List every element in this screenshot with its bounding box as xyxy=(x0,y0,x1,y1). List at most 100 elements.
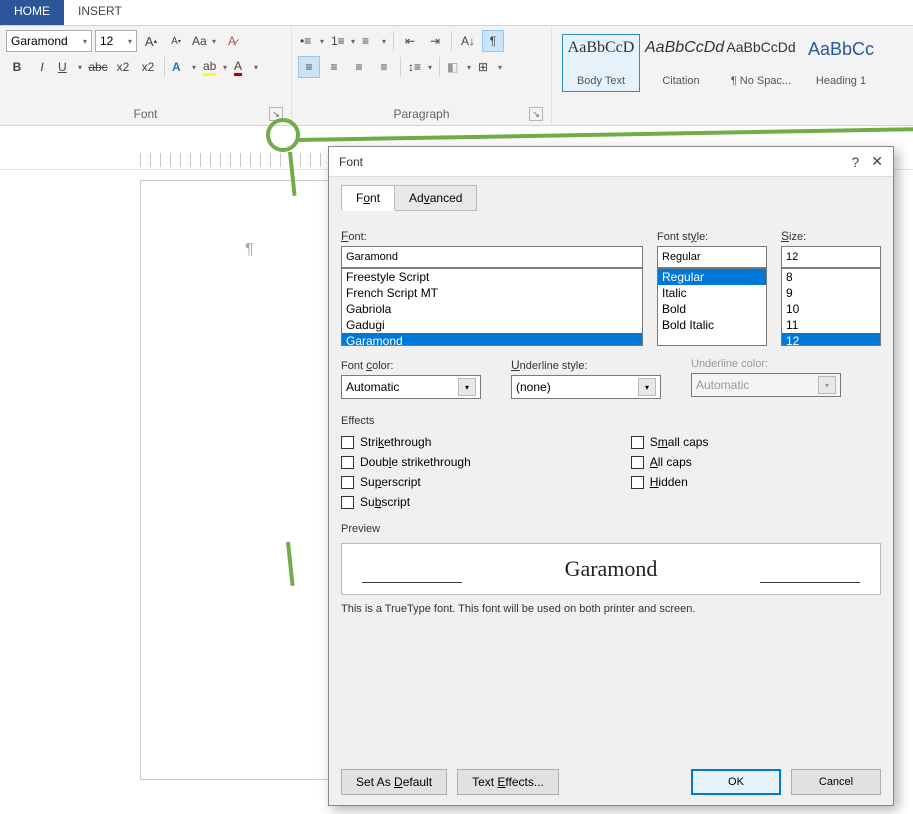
ok-button[interactable]: OK xyxy=(691,769,781,795)
size-listbox[interactable]: 8 9 10 11 12 xyxy=(781,268,881,346)
style-heading1[interactable]: AaBbCc Heading 1 xyxy=(802,34,880,92)
list-item[interactable]: Bold xyxy=(658,301,766,317)
style-listbox[interactable]: Regular Italic Bold Bold Italic xyxy=(657,268,767,346)
list-item[interactable]: 10 xyxy=(782,301,880,317)
style-name: Body Text xyxy=(565,75,637,87)
text-effects-button[interactable]: Text Effects... xyxy=(457,769,559,795)
list-item[interactable]: Freestyle Script xyxy=(342,269,642,285)
subscript-button[interactable]: x2 xyxy=(112,56,134,78)
show-marks-button[interactable]: ¶ xyxy=(482,30,504,52)
list-item[interactable]: 8 xyxy=(782,269,880,285)
list-item[interactable]: Italic xyxy=(658,285,766,301)
tab-insert[interactable]: INSERT xyxy=(64,0,136,25)
italic-button[interactable]: I xyxy=(31,56,53,78)
font-color-label: Font color: xyxy=(341,358,481,372)
increase-indent-button[interactable]: ⇥ xyxy=(424,30,446,52)
clear-formatting-button[interactable]: A̷ xyxy=(221,30,243,52)
change-case-button[interactable]: Aa▾ xyxy=(190,30,218,52)
font-input[interactable] xyxy=(341,246,643,268)
style-label: Font style: xyxy=(657,229,767,243)
checkbox-icon xyxy=(631,476,644,489)
list-item[interactable]: Gadugi xyxy=(342,317,642,333)
highlight-button[interactable]: ab▾ xyxy=(201,56,229,78)
preview-text: Garamond xyxy=(565,556,658,582)
close-button[interactable]: ✕ xyxy=(871,153,883,170)
style-body-text[interactable]: AaBbCcD Body Text xyxy=(562,34,640,92)
list-item[interactable]: 9 xyxy=(782,285,880,301)
help-button[interactable]: ? xyxy=(851,154,859,170)
list-item[interactable]: 11 xyxy=(782,317,880,333)
shrink-font-button[interactable]: A▾ xyxy=(165,30,187,52)
decrease-indent-button[interactable]: ⇤ xyxy=(399,30,421,52)
grow-font-button[interactable]: A▴ xyxy=(140,30,162,52)
chk-double-strikethrough[interactable]: Double strikethrough xyxy=(341,455,471,469)
list-item[interactable]: Bold Italic xyxy=(658,317,766,333)
line-spacing-button[interactable]: ↕≡▾ xyxy=(406,56,434,78)
chevron-down-icon: ▾ xyxy=(638,378,656,396)
checkbox-icon xyxy=(341,456,354,469)
callout-circle xyxy=(266,118,300,152)
strikethrough-button[interactable]: abc xyxy=(87,56,109,78)
list-item[interactable]: French Script MT xyxy=(342,285,642,301)
borders-button[interactable]: ⊞▾ xyxy=(476,56,504,78)
font-name-combo[interactable]: Garamond▾ xyxy=(6,30,92,52)
chk-all-caps[interactable]: All caps xyxy=(631,455,709,469)
underline-color-combo: Automatic▾ xyxy=(691,373,841,397)
chk-small-caps[interactable]: Small caps xyxy=(631,435,709,449)
chk-superscript[interactable]: Superscript xyxy=(341,475,471,489)
callout-line xyxy=(298,127,913,142)
cancel-button[interactable]: Cancel xyxy=(791,769,881,795)
style-input[interactable] xyxy=(657,246,767,268)
group-label-paragraph: Paragraph xyxy=(298,107,545,123)
style-preview: AaBbCcDd xyxy=(725,39,797,55)
checkbox-icon xyxy=(631,456,644,469)
style-name: Heading 1 xyxy=(805,75,877,87)
ribbon: Garamond▾ 12▾ A▴ A▾ Aa▾ A̷ B I U▾ abc x2… xyxy=(0,26,913,126)
shading-button[interactable]: ◧▾ xyxy=(445,56,473,78)
font-size-value: 12 xyxy=(100,34,113,48)
list-item[interactable]: Gabriola xyxy=(342,301,642,317)
bold-button[interactable]: B xyxy=(6,56,28,78)
dialog-footer: Set As Default Text Effects... OK Cancel xyxy=(329,759,893,805)
chk-hidden[interactable]: Hidden xyxy=(631,475,709,489)
style-citation[interactable]: AaBbCcDd Citation xyxy=(642,34,720,92)
font-listbox[interactable]: Freestyle Script French Script MT Gabrio… xyxy=(341,268,643,346)
dialog-titlebar: Font ? ✕ xyxy=(329,147,893,177)
bullets-button[interactable]: •≡▾ xyxy=(298,30,326,52)
set-default-button[interactable]: Set As Default xyxy=(341,769,447,795)
justify-button[interactable]: ≡ xyxy=(373,56,395,78)
sort-button[interactable]: A↓ xyxy=(457,30,479,52)
font-size-combo[interactable]: 12▾ xyxy=(95,30,137,52)
tab-home[interactable]: HOME xyxy=(0,0,64,25)
font-color-combo[interactable]: Automatic▾ xyxy=(341,375,481,399)
chk-strikethrough[interactable]: Strikethrough xyxy=(341,435,471,449)
paragraph-dialog-launcher[interactable] xyxy=(529,107,543,121)
chk-subscript[interactable]: Subscript xyxy=(341,495,471,509)
dialog-tab-font[interactable]: Font xyxy=(341,185,395,211)
chevron-down-icon: ▾ xyxy=(458,378,476,396)
align-left-button[interactable]: ≡ xyxy=(298,56,320,78)
underline-button[interactable]: U▾ xyxy=(56,56,84,78)
ribbon-tabs: HOME INSERT xyxy=(0,0,913,26)
underline-style-label: Underline style: xyxy=(511,358,661,372)
font-color-button[interactable]: A▾ xyxy=(232,56,260,78)
dialog-tabs: Font Advanced xyxy=(341,185,881,211)
align-center-button[interactable]: ≡ xyxy=(323,56,345,78)
chevron-down-icon: ▾ xyxy=(83,37,87,46)
list-item[interactable]: 12 xyxy=(782,333,880,346)
ribbon-group-paragraph: •≡▾ 1≡▾ ≡▾ ⇤ ⇥ A↓ ¶ ≡ ≡ ≡ ≡ ↕≡▾ ◧▾ ⊞▾ xyxy=(292,26,552,125)
text-effects-button[interactable]: A▾ xyxy=(170,56,198,78)
multilevel-button[interactable]: ≡▾ xyxy=(360,30,388,52)
list-item[interactable]: Garamond xyxy=(342,333,642,346)
underline-style-combo[interactable]: (none)▾ xyxy=(511,375,661,399)
dialog-tab-advanced[interactable]: Advanced xyxy=(394,185,477,211)
style-no-spacing[interactable]: AaBbCcDd ¶ No Spac... xyxy=(722,34,800,92)
superscript-button[interactable]: x2 xyxy=(137,56,159,78)
numbering-button[interactable]: 1≡▾ xyxy=(329,30,357,52)
effects-title: Effects xyxy=(341,415,881,427)
preview-frame: Garamond xyxy=(341,543,881,595)
size-input[interactable] xyxy=(781,246,881,268)
align-right-button[interactable]: ≡ xyxy=(348,56,370,78)
font-label: Font: xyxy=(341,229,643,243)
list-item[interactable]: Regular xyxy=(658,269,766,285)
